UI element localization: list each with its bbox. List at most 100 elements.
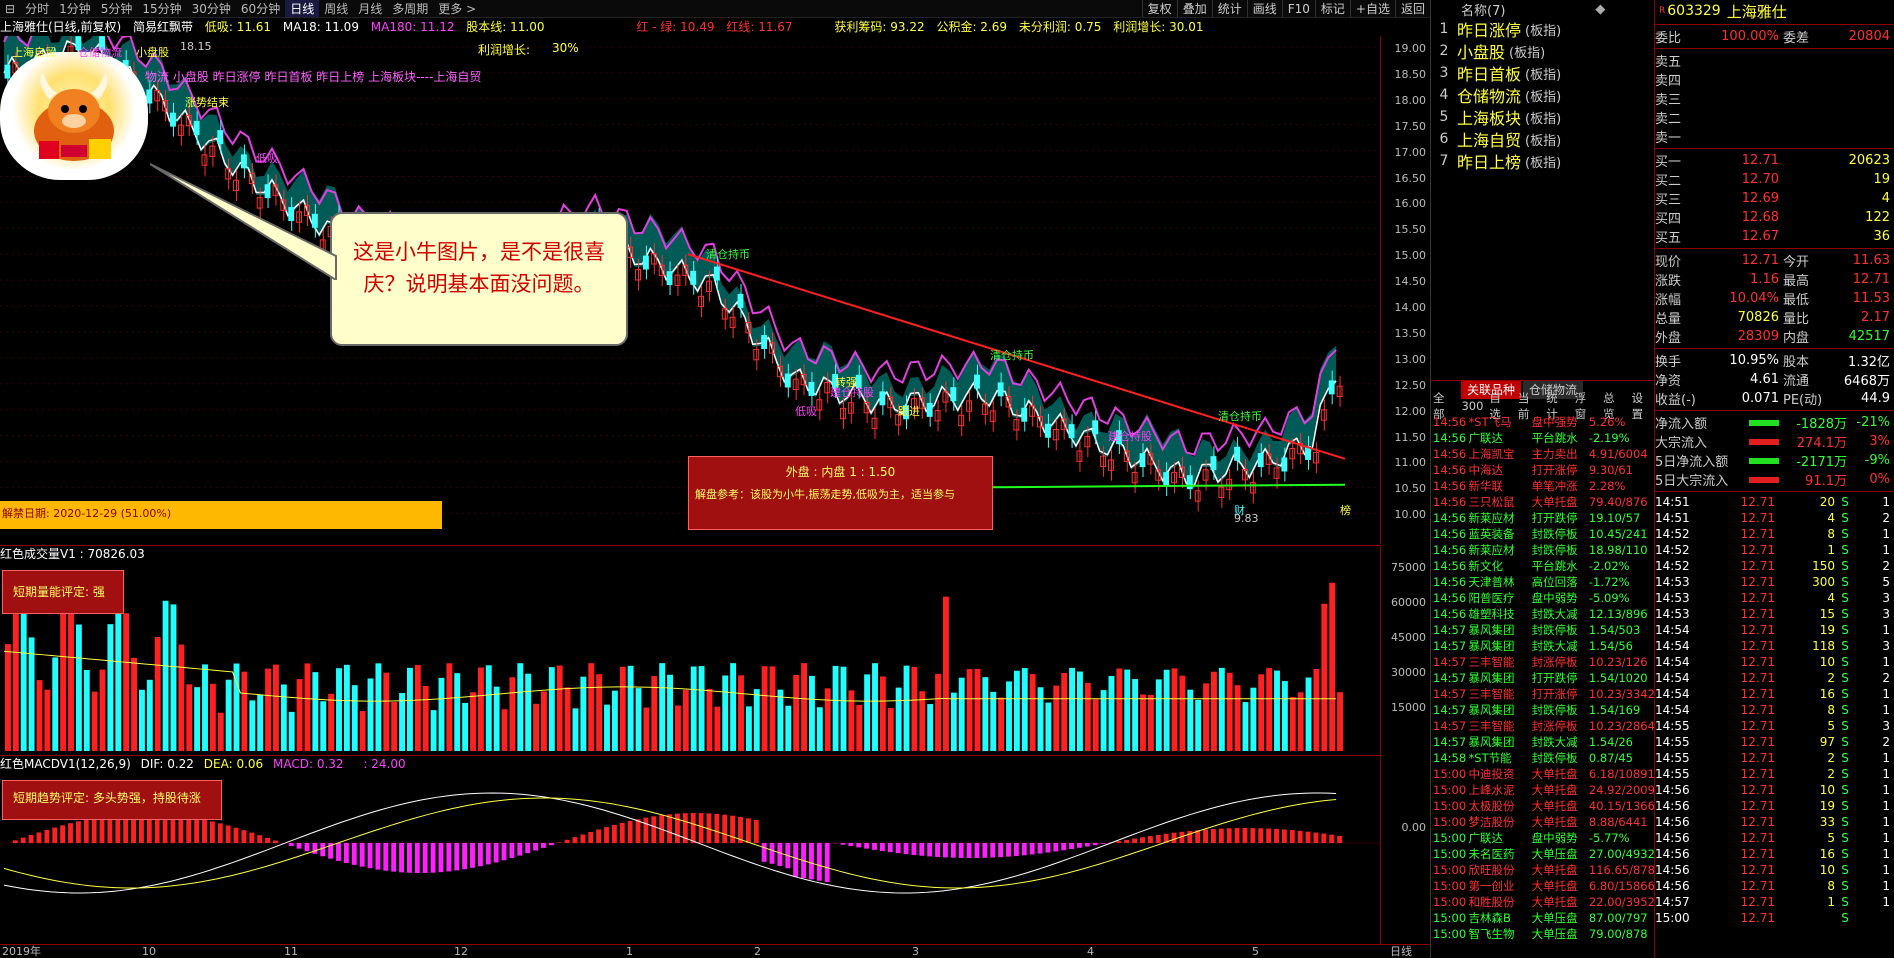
- sells-row[interactable]: 卖三: [1655, 89, 1894, 108]
- ticks-subtab[interactable]: 300: [1461, 399, 1483, 413]
- buys-row[interactable]: 买四 12.68 122: [1655, 208, 1894, 227]
- tick-row[interactable]: 14:56 广联达 平台跳水 -2.19%: [1433, 430, 1654, 446]
- trade-time: 14:52: [1655, 527, 1690, 541]
- macd-bar: [44, 829, 50, 843]
- watchlist-item-name: 上海板块: [1457, 109, 1522, 128]
- watchlist-item[interactable]: 7 昨日上榜 (板指): [1431, 150, 1654, 172]
- volume-chart[interactable]: [0, 561, 1380, 755]
- tick-row[interactable]: 14:57 暴风集团 封跌停板 1.54/503: [1433, 622, 1654, 638]
- tick-cell: 15:00: [1433, 783, 1467, 797]
- tick-row[interactable]: 14:56 新莱应材 封跌停板 18.98/110: [1433, 542, 1654, 558]
- indicator-info-bar: 上海雅仕(日线,前复权) 简易红飘带 低吸: 11.61 MA18: 11.09…: [0, 19, 1380, 35]
- tick-row[interactable]: 15:00 上峰水泥 大单托盘 24.92/2009: [1433, 782, 1654, 798]
- period-tab-2[interactable]: 5分钟: [96, 0, 138, 17]
- volume-bar: [139, 689, 145, 751]
- tick-row[interactable]: 14:56 阳普医疗 盘中弱势 -5.09%: [1433, 590, 1654, 606]
- toolbar-button-3[interactable]: 画线: [1246, 0, 1282, 17]
- period-tab-0[interactable]: 分时: [20, 0, 54, 17]
- trade-time: 14:54: [1655, 655, 1690, 669]
- diamond-icon[interactable]: ◆: [1595, 2, 1605, 17]
- sells-row[interactable]: 卖五: [1655, 51, 1894, 70]
- period-tab-3[interactable]: 15分钟: [137, 0, 186, 17]
- volume-bar: [1218, 667, 1225, 751]
- sells-row[interactable]: 卖二: [1655, 108, 1894, 127]
- flow-percent: -9%: [1864, 453, 1890, 468]
- volume-bar: [407, 667, 413, 751]
- tick-row[interactable]: 15:00 第一创业 大单托盘 6.80/15866: [1433, 878, 1654, 894]
- indicator-name[interactable]: 简易红飘带: [133, 20, 193, 34]
- tick-row[interactable]: 14:56 天津普林 高位回落 -1.72%: [1433, 574, 1654, 590]
- macd-bar: [879, 843, 885, 852]
- tick-row[interactable]: 14:56 上海凯宝 主力卖出 4.91/6004: [1433, 446, 1654, 462]
- sells-row[interactable]: 卖四: [1655, 70, 1894, 89]
- tick-row[interactable]: 15:00 太极股份 大单托盘 40.15/1366: [1433, 798, 1654, 814]
- tick-row[interactable]: 14:57 三丰智能 封涨停板 10.23/2864: [1433, 718, 1654, 734]
- tick-cell: 10.23/126: [1588, 655, 1648, 669]
- period-tab-5[interactable]: 60分钟: [236, 0, 285, 17]
- macd-title-text: 红色MACDV1(12,26,9): [0, 757, 131, 771]
- volume-bar: [162, 600, 169, 751]
- toolbar-button-7[interactable]: 返回: [1394, 0, 1430, 17]
- period-tab-4[interactable]: 30分钟: [187, 0, 236, 17]
- tick-row[interactable]: 15:00 欣旺股份 大单托盘 116.65/878: [1433, 862, 1654, 878]
- watchlist-item[interactable]: 4 仓储物流 (板指): [1431, 84, 1654, 106]
- tick-row[interactable]: 14:56 *ST飞马 盘中强势 5.26%: [1433, 414, 1654, 430]
- period-tab-9[interactable]: 多周期: [387, 0, 433, 17]
- macd-bar: [60, 825, 66, 843]
- tick-row[interactable]: 14:56 新华联 单笔冲涨 2.28%: [1433, 478, 1654, 494]
- toolbar-button-0[interactable]: 复权: [1141, 0, 1177, 17]
- tick-row[interactable]: 14:57 暴风集团 打开跌停 1.54/1020: [1433, 670, 1654, 686]
- toolbar-button-2[interactable]: 统计: [1211, 0, 1247, 17]
- macd-bar: [958, 843, 964, 858]
- toolbar-button-1[interactable]: 叠加: [1176, 0, 1212, 17]
- tick-cell: 主力卖出: [1531, 447, 1578, 461]
- buys-row[interactable]: 买五 12.67 36: [1655, 227, 1894, 246]
- tick-row[interactable]: 14:57 暴风集团 封跌大减 1.54/56: [1433, 638, 1654, 654]
- tick-row[interactable]: 15:00 广联达 盘中弱势 -5.77%: [1433, 830, 1654, 846]
- tick-row[interactable]: 15:00 吉林森B 大单压盘 87.00/797: [1433, 910, 1654, 926]
- stats2-label: 换手: [1655, 355, 1682, 370]
- buys-row[interactable]: 买三 12.69 4: [1655, 189, 1894, 208]
- period-tab-1[interactable]: 1分钟: [54, 0, 96, 17]
- toolbar-button-4[interactable]: F10: [1281, 0, 1315, 17]
- buys-row[interactable]: 买一 12.71 20623: [1655, 151, 1894, 170]
- tick-row[interactable]: 14:57 暴风集团 封跌大减 1.54/26: [1433, 734, 1654, 750]
- tick-row[interactable]: 14:56 蓝英装备 封跌停板 10.45/241: [1433, 526, 1654, 542]
- sells-row[interactable]: 卖一: [1655, 127, 1894, 146]
- watchlist-item[interactable]: 5 上海板块 (板指): [1431, 106, 1654, 128]
- tick-row[interactable]: 15:00 梦洁股份 大单托盘 8.88/6441: [1433, 814, 1654, 830]
- tick-row[interactable]: 15:00 和胜股份 大单托盘 22.00/3952: [1433, 894, 1654, 910]
- tick-cell: 打开跌停: [1531, 671, 1578, 685]
- tick-row[interactable]: 14:56 雄塑科技 封跌大减 12.13/896: [1433, 606, 1654, 622]
- tick-row[interactable]: 14:57 三丰智能 打开涨停 10.23/3342: [1433, 686, 1654, 702]
- period-tab-8[interactable]: 月线: [353, 0, 387, 17]
- tick-row[interactable]: 15:00 智飞生物 大单压盘 79.00/878: [1433, 926, 1654, 942]
- toolbar-button-5[interactable]: 标记: [1314, 0, 1350, 17]
- tick-row[interactable]: 14:56 新文化 平台跳水 -2.02%: [1433, 558, 1654, 574]
- macd-bar: [572, 837, 578, 843]
- period-tab-7[interactable]: 周线: [319, 0, 353, 17]
- watchlist-item[interactable]: 3 昨日首板 (板指): [1431, 62, 1654, 84]
- tick-row[interactable]: 14:56 新莱应材 打开跌停 19.10/57: [1433, 510, 1654, 526]
- toolbar-button-6[interactable]: +自选: [1349, 0, 1395, 17]
- tick-row[interactable]: 14:56 三只松鼠 大单托盘 79.40/876: [1433, 494, 1654, 510]
- period-tab-6[interactable]: 日线: [285, 0, 320, 17]
- candle-body: [1021, 407, 1028, 422]
- watchlist-item[interactable]: 6 上海自贸 (板指): [1431, 128, 1654, 150]
- period-tab-10[interactable]: 更多 >: [433, 0, 481, 17]
- volume-bar: [872, 663, 878, 751]
- tick-row[interactable]: 14:57 三丰智能 封涨停板 10.23/126: [1433, 654, 1654, 670]
- watchlist-item[interactable]: 2 小盘股 (板指): [1431, 40, 1654, 62]
- tick-row[interactable]: 14:58 *ST节能 封跌停板 0.87/45: [1433, 750, 1654, 766]
- trade-price: 12.71: [1740, 879, 1775, 893]
- menu-icon[interactable]: ⊟: [0, 0, 20, 17]
- tick-cell: 15:00: [1433, 767, 1467, 781]
- tick-row[interactable]: 14:57 暴风集团 封跌停板 1.54/169: [1433, 702, 1654, 718]
- tick-row[interactable]: 15:00 中迪投资 大单托盘 6.18/10891: [1433, 766, 1654, 782]
- tick-row[interactable]: 14:56 中海达 打开涨停 9.30/61: [1433, 462, 1654, 478]
- watchlist-item[interactable]: 1 昨日涨停 (板指): [1431, 18, 1654, 40]
- tick-row[interactable]: 15:00 未名医药 大单压盘 27.00/4932: [1433, 846, 1654, 862]
- volume-bar: [12, 604, 19, 751]
- stats-row: 涨跌 1.16 最高 12.71: [1655, 270, 1894, 289]
- buys-row[interactable]: 买二 12.70 19: [1655, 170, 1894, 189]
